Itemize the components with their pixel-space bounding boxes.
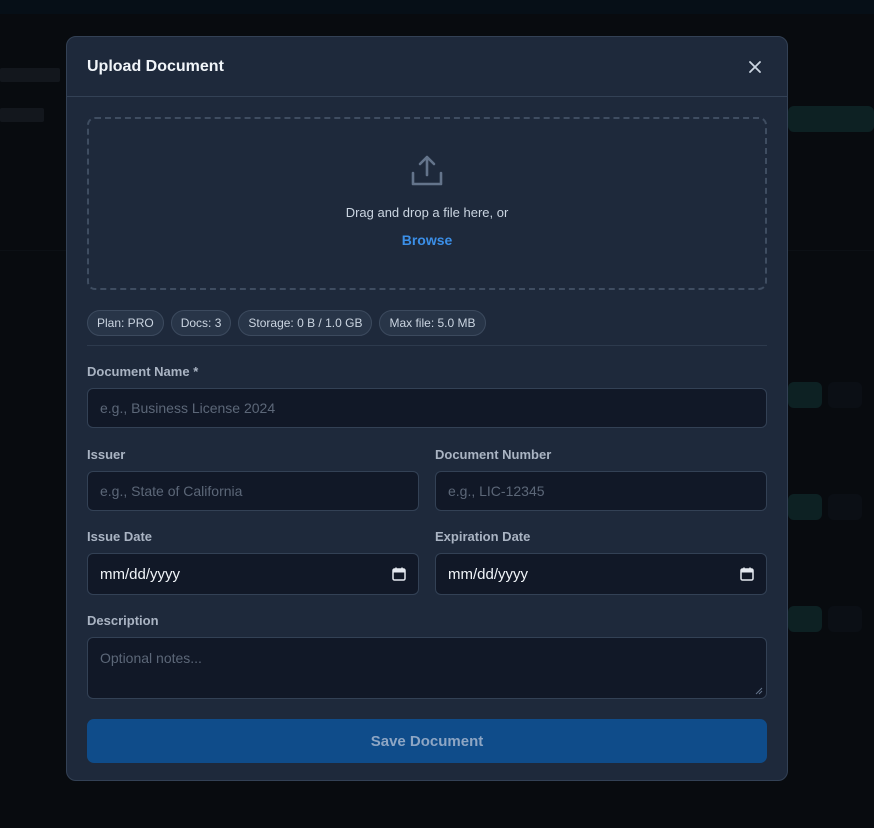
docs-badge: Docs: 3: [170, 310, 232, 336]
close-icon: [749, 60, 761, 73]
description-wrapper: [87, 637, 767, 699]
plan-badges: Plan: PRO Docs: 3 Storage: 0 B / 1.0 GB …: [87, 310, 767, 346]
storage-badge: Storage: 0 B / 1.0 GB: [238, 310, 373, 336]
max-file-badge: Max file: 5.0 MB: [379, 310, 486, 336]
issue-date-group: Issue Date mm/dd/yyyy: [87, 529, 419, 595]
document-name-group: Document Name *: [87, 364, 767, 428]
document-name-input[interactable]: [87, 388, 767, 428]
document-number-group: Document Number: [435, 447, 767, 511]
description-textarea[interactable]: [87, 637, 767, 699]
description-label: Description: [87, 613, 159, 628]
file-dropzone[interactable]: Drag and drop a file here, or Browse: [87, 117, 767, 290]
issue-date-input[interactable]: mm/dd/yyyy: [87, 553, 419, 595]
close-button[interactable]: [743, 55, 767, 79]
upload-icon: [411, 155, 443, 186]
issuer-input[interactable]: [87, 471, 419, 511]
upload-document-modal: Upload Document Drag and drop a file her…: [66, 36, 788, 781]
issue-date-label: Issue Date: [87, 529, 153, 544]
expiration-date-input[interactable]: mm/dd/yyyy: [435, 553, 767, 595]
expiration-date-label: Expiration Date: [435, 529, 531, 544]
modal-header: Upload Document: [67, 37, 787, 97]
document-number-label: Document Number: [435, 447, 552, 462]
calendar-icon[interactable]: [392, 567, 406, 581]
browse-link[interactable]: Browse: [402, 232, 453, 248]
document-name-label: Document Name *: [87, 364, 199, 379]
resize-grip-icon[interactable]: [755, 687, 763, 695]
modal-body: Drag and drop a file here, or Browse Pla…: [67, 97, 787, 763]
modal-title: Upload Document: [87, 57, 224, 75]
issuer-number-row: Issuer Document Number: [87, 447, 767, 511]
dates-row: Issue Date mm/dd/yyyy Expiration Date mm…: [87, 529, 767, 595]
issue-date-value: mm/dd/yyyy: [100, 565, 181, 583]
save-button-wrapper: Save Document: [87, 719, 767, 763]
expiration-date-value: mm/dd/yyyy: [448, 565, 529, 583]
calendar-icon[interactable]: [740, 567, 754, 581]
issuer-label: Issuer: [87, 447, 126, 462]
plan-badge: Plan: PRO: [87, 310, 164, 336]
dropzone-instruction: Drag and drop a file here, or: [345, 205, 509, 220]
description-group: Description: [87, 613, 767, 699]
expiration-date-group: Expiration Date mm/dd/yyyy: [435, 529, 767, 595]
save-document-button[interactable]: Save Document: [87, 719, 767, 763]
document-number-input[interactable]: [435, 471, 767, 511]
issuer-group: Issuer: [87, 447, 419, 511]
